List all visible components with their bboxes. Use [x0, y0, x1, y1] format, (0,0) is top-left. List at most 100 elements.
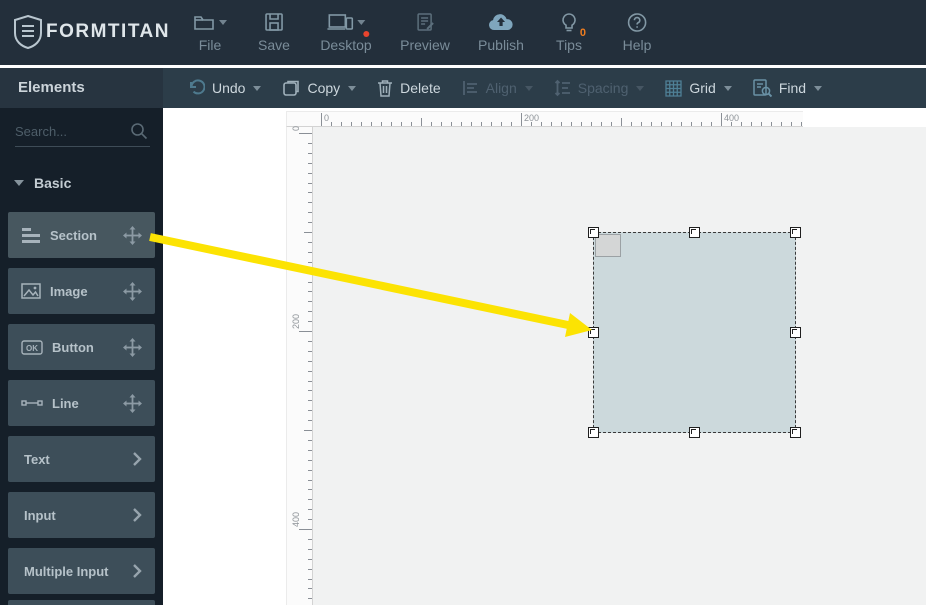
publish-cloud-icon [488, 14, 513, 31]
tips-bulb-icon [562, 12, 576, 31]
resize-handle-bottom-left[interactable] [588, 427, 599, 438]
ruler-tick [308, 479, 312, 481]
menu-help[interactable]: Help [622, 9, 652, 59]
resize-handle-top-middle[interactable] [688, 227, 700, 238]
chevron-down-icon [253, 85, 262, 91]
spacing-button[interactable]: Spacing [554, 79, 645, 97]
ruler-tick [671, 122, 672, 126]
ruler-tick [308, 578, 312, 580]
undo-icon [190, 79, 205, 95]
ruler-tick [308, 291, 312, 293]
ruler-tick [471, 122, 472, 126]
undo-button[interactable]: Undo [187, 79, 262, 97]
resize-handle-middle-right[interactable] [790, 326, 801, 338]
grid-button[interactable]: Grid [665, 79, 732, 97]
chevron-down-icon [524, 85, 533, 91]
ruler-tick [308, 301, 312, 303]
menu-file[interactable]: File [193, 9, 227, 59]
sidebar-item-line[interactable]: Line [8, 380, 155, 426]
resize-handle-top-left[interactable] [588, 227, 599, 238]
menu-publish[interactable]: Publish [478, 9, 524, 59]
resize-handle-middle-left[interactable] [588, 326, 599, 338]
ruler-tick [308, 311, 312, 313]
sidebar-item-multiple-input[interactable]: Multiple Input [8, 548, 155, 594]
delete-button[interactable]: Delete [377, 79, 441, 97]
sidebar-item-text[interactable]: Text [8, 436, 155, 482]
menu-preview[interactable]: Preview [400, 9, 450, 59]
ruler-tick [631, 122, 632, 126]
ruler-tick [308, 192, 312, 194]
button-label: Copy [307, 80, 341, 96]
form-canvas[interactable] [313, 127, 926, 605]
menu-label: File [198, 37, 222, 53]
ruler-tick [741, 122, 742, 126]
ruler-tick [308, 558, 312, 560]
ruler-tick [308, 172, 312, 174]
ruler-tick [591, 122, 592, 126]
resize-handle-bottom-right[interactable] [790, 427, 801, 438]
ruler-tick [299, 133, 312, 134]
ruler-tick [299, 331, 312, 332]
ruler-tick [421, 118, 422, 126]
ruler-tick [308, 489, 312, 491]
ruler-tick [308, 222, 312, 224]
ruler-tick [308, 509, 312, 511]
chevron-down-icon [723, 85, 732, 91]
sidebar-item-button[interactable]: OK Button [8, 324, 155, 370]
align-button[interactable]: Align [462, 80, 533, 96]
item-label: Multiple Input [24, 563, 109, 579]
design-area: 0 200 400 0 200 400 [163, 108, 926, 605]
resize-handle-bottom-middle[interactable] [688, 427, 700, 438]
copy-button[interactable]: Copy [282, 79, 357, 97]
ruler-tick [308, 182, 312, 184]
chevron-down-icon [636, 85, 645, 91]
item-label: Section [50, 227, 97, 243]
ruler-tick [721, 113, 722, 126]
button-label: Undo [212, 80, 246, 96]
sidebar-item-partial[interactable] [8, 600, 155, 605]
ruler-tick [308, 410, 312, 412]
button-label: Find [778, 80, 807, 96]
elements-panel: Basic Section Image OK Button Line Text … [0, 108, 163, 605]
resize-handle-top-right[interactable] [790, 227, 801, 238]
ruler-tick [731, 122, 732, 126]
chevron-right-icon [133, 564, 142, 578]
sidebar-item-section[interactable]: Section [8, 212, 155, 258]
formtitan-logo-icon [14, 15, 42, 49]
ruler-tick [308, 420, 312, 422]
search-input[interactable] [15, 117, 125, 145]
menu-label: Preview [400, 37, 450, 53]
edit-toolbar: Undo Copy Delete Align Spacing Grid Find [163, 68, 926, 108]
ruler-tick [341, 122, 342, 126]
menu-label: Desktop [320, 37, 372, 53]
group-basic[interactable]: Basic [0, 166, 163, 200]
item-label: Image [50, 283, 88, 299]
delete-trash-icon [378, 80, 393, 97]
menu-label: Help [622, 37, 652, 53]
menu-label: Save [258, 37, 290, 53]
ruler-tick [308, 519, 312, 521]
ruler-tick [531, 122, 532, 126]
ruler-tick [331, 122, 332, 126]
ruler-tick [308, 340, 312, 342]
menu-tips[interactable]: 0 Tips [556, 9, 586, 59]
find-button[interactable]: Find [753, 79, 823, 97]
search-icon[interactable] [130, 122, 148, 140]
chevron-down-icon [814, 85, 823, 91]
tips-count-badge: 0 [579, 27, 586, 39]
sidebar-item-image[interactable]: Image [8, 268, 155, 314]
section-icon [22, 227, 40, 243]
menu-save[interactable]: Save [258, 9, 290, 59]
ruler-tick [308, 469, 312, 471]
svg-text:OK: OK [26, 344, 38, 353]
menu-desktop[interactable]: Desktop [320, 9, 372, 59]
sidebar-item-input[interactable]: Input [8, 492, 155, 538]
ruler-tick [308, 271, 312, 273]
item-label: Text [24, 451, 50, 467]
ruler-tick [491, 122, 492, 126]
selected-section-element[interactable] [588, 227, 801, 438]
ruler-tick [761, 122, 762, 126]
button-label: Align [485, 80, 517, 96]
ruler-tick [308, 350, 312, 352]
button-label: Grid [689, 80, 716, 96]
